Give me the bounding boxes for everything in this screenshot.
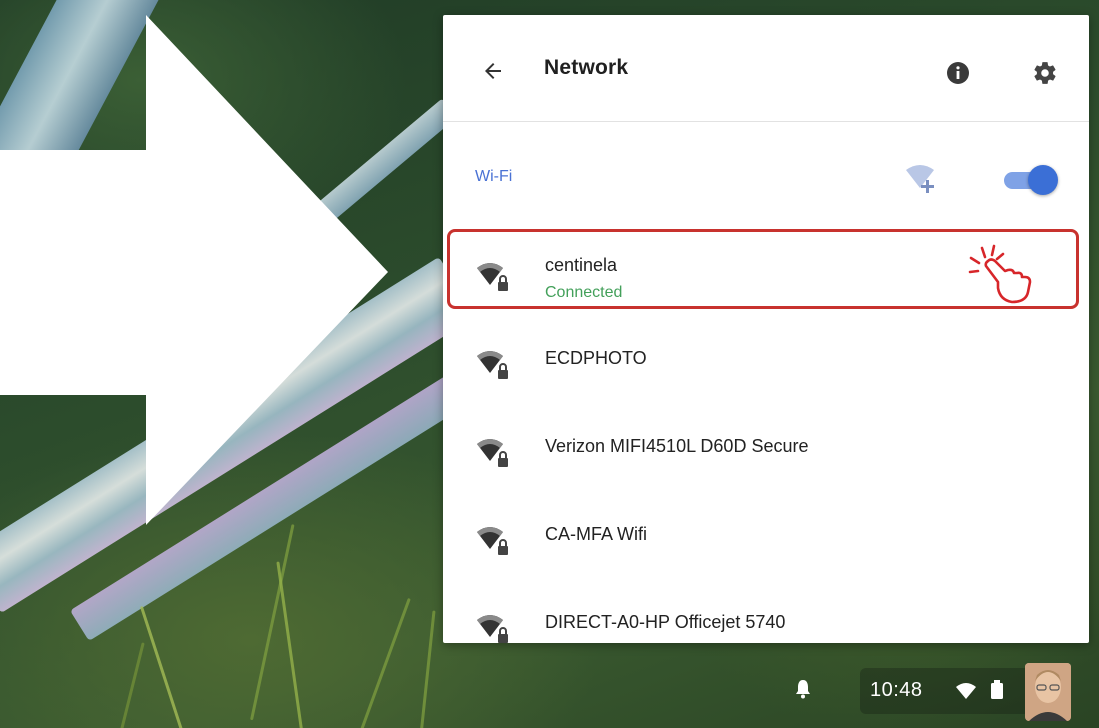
network-item-centinela[interactable]: centinela Connected bbox=[443, 226, 1089, 314]
panel-title: Network bbox=[544, 56, 629, 79]
wifi-icon bbox=[956, 683, 976, 699]
wifi-label: Wi-Fi bbox=[475, 168, 513, 185]
network-name: Verizon MIFI4510L D60D Secure bbox=[545, 436, 809, 456]
toggle-knob bbox=[1028, 165, 1058, 195]
network-name: CA-MFA Wifi bbox=[545, 524, 647, 544]
network-item-ca-mfa[interactable]: CA-MFA Wifi bbox=[443, 490, 1089, 578]
wifi-toggle[interactable] bbox=[1000, 165, 1060, 195]
gear-icon bbox=[1034, 62, 1056, 84]
wifi-lock-icon bbox=[477, 263, 508, 291]
info-icon bbox=[947, 62, 969, 84]
notifications-button[interactable] bbox=[786, 672, 820, 706]
network-name: centinela bbox=[545, 255, 618, 275]
wallpaper-grass bbox=[120, 642, 145, 728]
user-avatar[interactable] bbox=[1025, 663, 1071, 721]
network-item-ecdphoto[interactable]: ECDPHOTO bbox=[443, 314, 1089, 402]
battery-icon bbox=[991, 680, 1003, 699]
settings-button[interactable] bbox=[1027, 55, 1063, 91]
bell-icon bbox=[796, 680, 810, 699]
info-button[interactable] bbox=[940, 55, 976, 91]
arrow-left-icon bbox=[485, 63, 501, 79]
wallpaper-grass bbox=[360, 597, 411, 728]
status-area[interactable]: 10:48 bbox=[860, 663, 1071, 721]
network-status: Connected bbox=[545, 284, 623, 301]
add-network-button[interactable] bbox=[902, 162, 942, 196]
network-list: centinela Connected ECDPHOTO Verizon MIF… bbox=[443, 226, 1089, 643]
wifi-lock-icon bbox=[477, 439, 508, 467]
add-wifi-icon bbox=[906, 165, 934, 193]
back-button[interactable] bbox=[473, 53, 513, 89]
pointer-hand-icon bbox=[968, 244, 1032, 304]
network-item-verizon[interactable]: Verizon MIFI4510L D60D Secure bbox=[443, 402, 1089, 490]
wifi-section: Wi-Fi bbox=[443, 122, 1089, 226]
wallpaper-grass bbox=[276, 561, 303, 728]
wifi-lock-icon bbox=[477, 527, 508, 555]
arrow-graphic bbox=[0, 15, 388, 525]
network-item-direct-hp[interactable]: DIRECT-A0-HP Officejet 5740 bbox=[443, 578, 1089, 643]
wallpaper-grass bbox=[420, 610, 436, 728]
network-panel: Network Wi-Fi centinela Connected ECDPHO… bbox=[443, 15, 1089, 643]
wallpaper-grass bbox=[139, 605, 183, 728]
network-name: DIRECT-A0-HP Officejet 5740 bbox=[545, 612, 786, 632]
system-tray: 10:48 bbox=[772, 654, 1099, 728]
panel-header: Network bbox=[443, 15, 1089, 122]
clock: 10:48 bbox=[870, 679, 923, 701]
wifi-lock-icon bbox=[477, 351, 508, 379]
avatar-portrait bbox=[1025, 663, 1071, 721]
wifi-lock-icon bbox=[477, 615, 508, 643]
network-name: ECDPHOTO bbox=[545, 348, 647, 368]
